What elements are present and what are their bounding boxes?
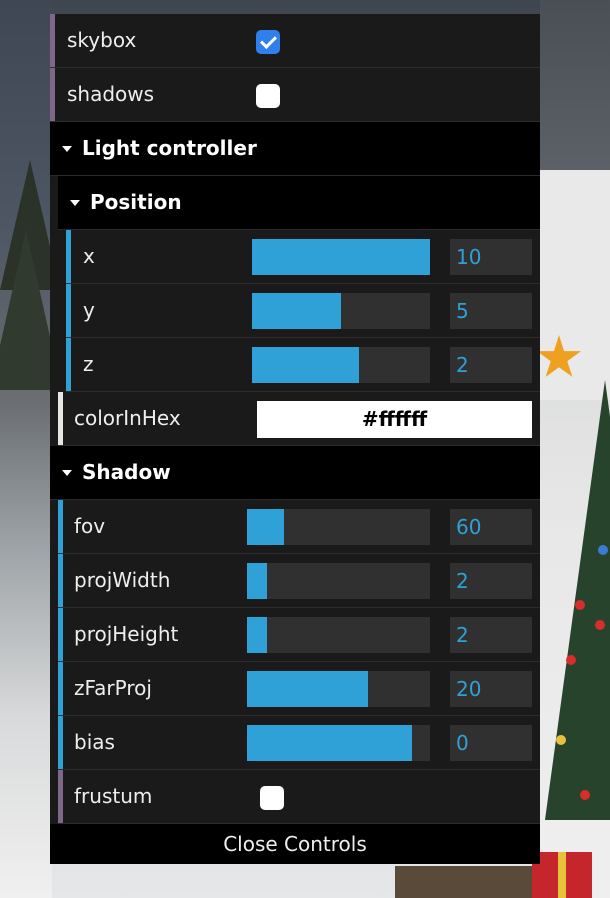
x-input[interactable]: 10	[450, 239, 532, 275]
caret-down-icon	[62, 470, 72, 476]
projwidth-slider[interactable]	[247, 563, 430, 599]
y-label: y	[83, 298, 95, 322]
ornament	[580, 790, 590, 800]
ornament	[595, 620, 605, 630]
close-controls-button[interactable]: Close Controls	[50, 824, 540, 864]
projwidth-label: projWidth	[74, 568, 171, 592]
folder-title: Position	[90, 190, 182, 214]
y-input[interactable]: 5	[450, 293, 532, 329]
zfarproj-slider[interactable]	[247, 671, 430, 707]
z-input[interactable]: 2	[450, 347, 532, 383]
row-edge	[58, 716, 63, 769]
zfarproj-row[interactable]: zFarProj 20	[58, 662, 540, 716]
row-edge	[66, 338, 71, 391]
bias-input[interactable]: 0	[450, 725, 532, 761]
shadows-checkbox[interactable]	[256, 84, 280, 108]
row-edge	[58, 554, 63, 607]
fov-slider[interactable]	[247, 509, 430, 545]
frustum-checkbox[interactable]	[260, 786, 284, 810]
fov-input[interactable]: 60	[450, 509, 532, 545]
shadow-body: fov 60 projWidth 2 projHeight 2 zFarProj	[50, 500, 540, 824]
x-label: x	[83, 244, 95, 268]
projheight-slider[interactable]	[247, 617, 430, 653]
row-edge	[50, 68, 55, 121]
row-edge	[58, 392, 63, 445]
bias-slider[interactable]	[247, 725, 430, 761]
zfarproj-input[interactable]: 20	[450, 671, 532, 707]
fov-label: fov	[74, 514, 106, 538]
color-row[interactable]: colorInHex #ffffff	[58, 392, 540, 446]
y-row[interactable]: y 5	[66, 284, 540, 338]
ornament	[556, 735, 566, 745]
z-label: z	[83, 352, 94, 376]
slider-fill	[252, 293, 341, 329]
color-input[interactable]: #ffffff	[257, 401, 532, 438]
bias-label: bias	[74, 730, 115, 754]
folder-title: Light controller	[82, 136, 257, 160]
shadows-row[interactable]: shadows	[50, 68, 540, 122]
shadows-label: shadows	[67, 82, 155, 106]
gift-ribbon	[558, 852, 566, 898]
folder-title: Shadow	[82, 460, 171, 484]
ornament	[598, 545, 608, 555]
frustum-row[interactable]: frustum	[58, 770, 540, 824]
skybox-label: skybox	[67, 28, 137, 52]
slider-fill	[252, 347, 359, 383]
projheight-input[interactable]: 2	[450, 617, 532, 653]
frustum-label: frustum	[74, 784, 153, 808]
x-slider[interactable]	[252, 239, 430, 275]
skybox-checkbox[interactable]	[256, 30, 280, 54]
wooden-box	[395, 866, 535, 898]
scene-left-sky	[0, 0, 52, 898]
projheight-label: projHeight	[74, 622, 179, 646]
y-slider[interactable]	[252, 293, 430, 329]
position-folder[interactable]: Position	[58, 176, 540, 230]
fov-row[interactable]: fov 60	[58, 500, 540, 554]
row-edge	[66, 230, 71, 283]
bias-row[interactable]: bias 0	[58, 716, 540, 770]
position-body: x 10 y 5 z 2	[58, 230, 540, 392]
ornament	[575, 600, 585, 610]
caret-down-icon	[62, 146, 72, 152]
shadow-folder[interactable]: Shadow	[50, 446, 540, 500]
x-row[interactable]: x 10	[66, 230, 540, 284]
slider-fill	[247, 617, 268, 653]
slider-fill	[247, 725, 412, 761]
z-slider[interactable]	[252, 347, 430, 383]
light-controller-body: Position x 10 y 5 z 2 colorInHex #ffffff	[50, 176, 540, 446]
light-controller-folder[interactable]: Light controller	[50, 122, 540, 176]
row-edge	[58, 662, 63, 715]
controls-panel: skybox shadows Light controller Position…	[50, 14, 540, 864]
slider-fill	[247, 671, 368, 707]
slider-fill	[247, 563, 268, 599]
color-label: colorInHex	[74, 406, 181, 430]
row-edge	[66, 284, 71, 337]
skybox-row[interactable]: skybox	[50, 14, 540, 68]
projheight-row[interactable]: projHeight 2	[58, 608, 540, 662]
slider-fill	[252, 239, 430, 275]
row-edge	[58, 500, 63, 553]
projwidth-input[interactable]: 2	[450, 563, 532, 599]
z-row[interactable]: z 2	[66, 338, 540, 392]
ornament	[566, 655, 576, 665]
zfarproj-label: zFarProj	[74, 676, 152, 700]
row-edge	[58, 770, 63, 823]
caret-down-icon	[70, 200, 80, 206]
projwidth-row[interactable]: projWidth 2	[58, 554, 540, 608]
row-edge	[50, 14, 55, 67]
slider-fill	[247, 509, 284, 545]
row-edge	[58, 608, 63, 661]
